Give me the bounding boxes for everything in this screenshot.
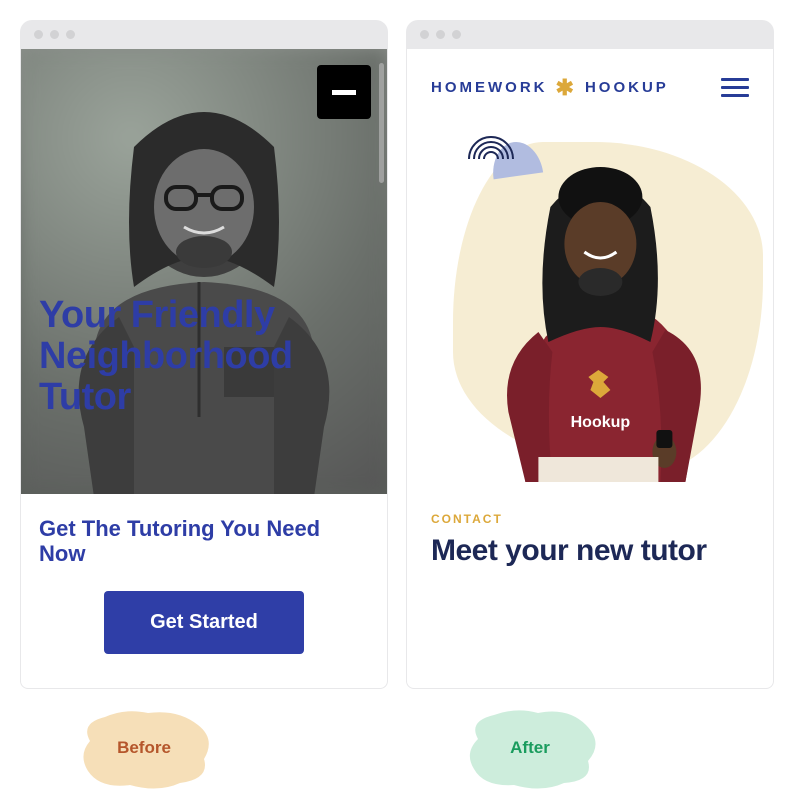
logo[interactable]: HOMEWORK ✱ HOOKUP: [431, 75, 669, 101]
after-screen: HOMEWORK ✱ HOOKUP: [406, 49, 774, 689]
window-dot: [420, 30, 429, 39]
before-device: Your Friendly Neighborhood Tutor Get The…: [20, 20, 388, 745]
site-header: HOMEWORK ✱ HOOKUP: [407, 49, 773, 118]
collapse-button[interactable]: [317, 65, 371, 119]
hero-title: Your Friendly Neighborhood Tutor: [39, 295, 359, 418]
after-device: HOMEWORK ✱ HOOKUP: [406, 20, 774, 745]
logo-text-right: HOOKUP: [585, 79, 669, 96]
get-started-button[interactable]: Get Started: [104, 591, 304, 654]
hero-person-image: Hookup: [460, 152, 730, 482]
window-dot: [436, 30, 445, 39]
subheading: Get The Tutoring You Need Now: [21, 494, 387, 577]
svg-text:Hookup: Hookup: [571, 414, 631, 431]
hero-title-line: Neighborhood: [39, 335, 293, 377]
before-screen: Your Friendly Neighborhood Tutor Get The…: [20, 49, 388, 689]
hero-person-image: [34, 57, 374, 494]
hero-section: Hookup: [427, 132, 753, 482]
hamburger-menu-button[interactable]: [721, 73, 749, 102]
window-dot: [66, 30, 75, 39]
eyebrow-label: CONTACT: [407, 482, 773, 534]
browser-titlebar: [20, 20, 388, 49]
hero-section: Your Friendly Neighborhood Tutor: [21, 49, 387, 494]
before-label: Before: [70, 703, 218, 793]
before-label-text: Before: [117, 738, 171, 758]
window-dot: [452, 30, 461, 39]
logo-text-left: HOMEWORK: [431, 79, 548, 96]
hamburger-line: [721, 94, 749, 97]
browser-titlebar: [406, 20, 774, 49]
page-headline: Meet your new tutor: [407, 534, 773, 568]
minus-icon: [332, 90, 356, 95]
after-label-text: After: [510, 738, 550, 758]
scrollbar[interactable]: [379, 63, 384, 183]
hamburger-line: [721, 78, 749, 81]
hamburger-line: [721, 86, 749, 89]
window-dot: [50, 30, 59, 39]
hero-title-line: Tutor: [39, 376, 131, 418]
hero-title-line: Your Friendly: [39, 294, 275, 336]
cta-wrapper: Get Started: [21, 577, 387, 684]
window-dot: [34, 30, 43, 39]
after-label: After: [456, 703, 604, 793]
logo-star-icon: ✱: [556, 75, 577, 101]
